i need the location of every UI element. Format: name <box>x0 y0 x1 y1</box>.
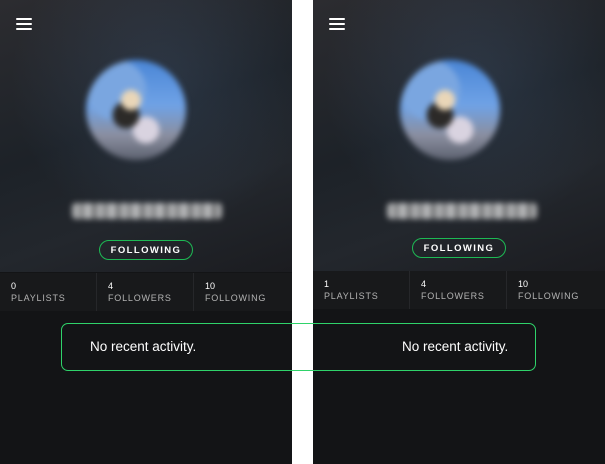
stat-label: FOLLOWING <box>205 293 267 303</box>
stat-label: PLAYLISTS <box>11 293 66 303</box>
avatar <box>86 60 186 160</box>
no-activity-message: No recent activity. <box>402 339 509 354</box>
stat-value: 10 <box>518 279 529 289</box>
stat-following[interactable]: 10 FOLLOWING <box>194 273 292 311</box>
hamburger-menu-icon[interactable] <box>329 17 345 30</box>
stat-value: 10 <box>205 281 216 291</box>
profile-screen-left: FOLLOWING 0 PLAYLISTS 4 FOLLOWERS 10 FOL… <box>0 0 292 464</box>
profile-stats-bar: 0 PLAYLISTS 4 FOLLOWERS 10 FOLLOWING <box>0 273 292 311</box>
stat-playlists[interactable]: 0 PLAYLISTS <box>0 273 97 311</box>
stat-label: FOLLOWING <box>518 291 580 301</box>
stat-value: 1 <box>324 279 330 289</box>
stat-value: 4 <box>421 279 427 289</box>
stat-followers[interactable]: 4 FOLLOWERS <box>97 273 194 311</box>
profile-name-blurred <box>72 203 222 219</box>
profile-stats-bar: 1 PLAYLISTS 4 FOLLOWERS 10 FOLLOWING <box>313 271 605 309</box>
following-button[interactable]: FOLLOWING <box>412 238 506 258</box>
no-activity-message: No recent activity. <box>90 339 197 354</box>
stat-playlists[interactable]: 1 PLAYLISTS <box>313 271 410 309</box>
stat-label: PLAYLISTS <box>324 291 379 301</box>
avatar <box>400 60 500 160</box>
following-button[interactable]: FOLLOWING <box>99 240 193 260</box>
stat-followers[interactable]: 4 FOLLOWERS <box>410 271 507 309</box>
hamburger-menu-icon[interactable] <box>16 17 32 30</box>
stat-value: 4 <box>108 281 114 291</box>
stat-value: 0 <box>11 281 17 291</box>
stat-following[interactable]: 10 FOLLOWING <box>507 271 605 309</box>
profile-screen-right: FOLLOWING 1 PLAYLISTS 4 FOLLOWERS 10 FOL… <box>313 0 605 464</box>
stat-label: FOLLOWERS <box>108 293 172 303</box>
profile-name-blurred <box>387 203 537 219</box>
stat-label: FOLLOWERS <box>421 291 485 301</box>
